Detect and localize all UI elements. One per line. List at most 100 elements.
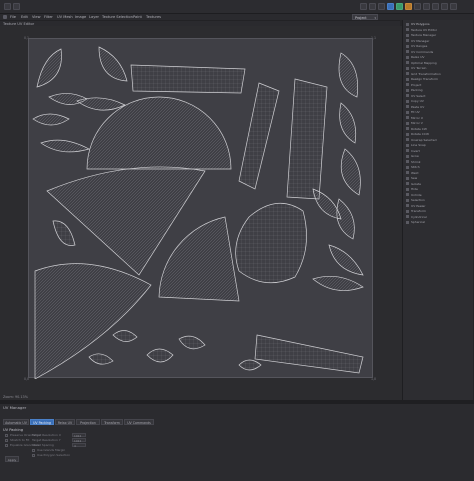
app-menu-icon[interactable] [3,15,7,19]
side-item-label: Paste UV [411,104,425,109]
uv-manager-title: UV Manager [3,405,27,410]
option-use-islands-margin[interactable]: Use Islands Margin [32,448,65,452]
tab-uv-commands[interactable]: UV Commands [124,419,154,425]
checkbox[interactable] [5,438,8,442]
side-item[interactable]: Mirror U [406,116,460,121]
side-item-label: Optimal Mapping [411,60,437,65]
side-item[interactable]: UV Commands [406,50,460,55]
side-item-label: Unhide [411,192,422,197]
side-item[interactable]: Unhide [406,193,460,198]
apply-button[interactable]: Apply [5,456,19,462]
uv-manager-panel: UV Manager Automatic UV UV Packing Relax… [0,404,474,481]
side-item[interactable]: UV Manager [406,39,460,44]
lock-icon[interactable] [450,3,457,10]
command-icon [406,83,409,86]
tab-uv-packing[interactable]: UV Packing [30,419,54,425]
side-item[interactable]: Fit UV [406,110,460,115]
uv-island [98,46,128,82]
side-item[interactable]: Selection [406,198,460,203]
side-item[interactable]: Stitch [406,165,460,170]
grid-icon[interactable] [441,3,448,10]
undo-icon[interactable] [4,3,11,10]
side-item[interactable]: Mirror V [406,121,460,126]
checkbox[interactable] [32,448,35,452]
side-item[interactable]: Texture UV Editor [406,28,460,33]
uv-island [178,335,206,350]
target-resolution-x-field[interactable]: 1024 [72,433,86,438]
command-icon [406,182,409,185]
tab-projection[interactable]: Projection [76,419,100,425]
uv-island [34,263,152,379]
rotate-tool-icon[interactable] [378,3,385,10]
side-item[interactable]: Texture Manager [406,33,460,38]
side-item[interactable]: Relax UV [406,55,460,60]
uv-island [238,359,262,371]
side-item[interactable]: Sew [406,176,460,181]
uv-island [339,102,357,144]
scale-tool-icon[interactable] [369,3,376,10]
uv-island [254,334,364,374]
command-icon [406,171,409,174]
side-item[interactable]: Grow [406,154,460,159]
side-item[interactable]: Realign Transform [406,77,460,82]
layout-icon[interactable] [414,3,421,10]
tab-automatic-uv[interactable]: Automatic UV [3,419,29,425]
side-item-label: Weld [411,170,419,175]
side-item[interactable]: UV Ranges [406,44,460,49]
checkbox[interactable] [32,453,35,457]
side-item[interactable]: Line Snap [406,143,460,148]
label-island-spacing: Island Spacing [32,443,54,447]
camera-icon[interactable] [432,3,439,10]
top-toolbar [0,0,474,14]
command-icon [406,88,409,92]
uv-canvas[interactable] [28,38,373,379]
side-item[interactable]: Spherical [406,220,460,225]
side-item[interactable]: Project [406,83,460,88]
side-item[interactable]: Shrink [406,160,460,165]
side-item[interactable]: UV Terrain [406,66,460,71]
tab-relax-uv[interactable]: Relax UV [55,419,75,425]
side-item-label: Shrink [411,159,421,164]
redo-icon[interactable] [13,3,20,10]
uv-viewport[interactable]: 0,1 1,1 0,0 1,0 Zoom: 90.13% [0,26,402,400]
target-resolution-y-field[interactable]: 1024 [72,438,86,443]
side-item-label: Packing [411,88,423,92]
side-item[interactable]: Rotate CCW [406,132,460,137]
side-item-label: Fit UV [411,110,420,114]
settings-icon[interactable] [423,3,430,10]
side-item[interactable]: UV Polygons [406,22,460,27]
side-item[interactable]: Unwrap Selected [406,138,460,143]
checkbox[interactable] [5,443,8,447]
tab-transform[interactable]: Transform [101,419,123,425]
side-item[interactable]: UV Select [406,94,460,99]
side-item[interactable]: Hide [406,187,460,192]
command-icon [406,72,409,75]
render-icon[interactable] [405,3,412,10]
side-item[interactable]: Isolate [406,182,460,187]
uv-edit-mode-icon[interactable] [387,3,394,10]
side-item-label: Line Snap [411,143,426,147]
uv-island [146,348,174,363]
island-spacing-field[interactable]: 4 [72,443,86,448]
uv-island [88,353,114,365]
side-item[interactable]: Invert [406,149,460,154]
side-item[interactable]: Grid Transformation [406,72,460,77]
side-item[interactable]: Copy UV [406,99,460,104]
side-item[interactable]: Rotate CW [406,127,460,132]
side-item[interactable]: Cylindrical [406,215,460,220]
zoom-readout: Zoom: 90.13% [3,395,28,399]
option-stretch-to-fit[interactable]: Stretch to Fit [5,438,29,442]
command-icon [406,187,409,191]
side-item[interactable]: Optimal Mapping [406,61,460,66]
side-item[interactable]: UV Peeler [406,204,460,209]
command-icon [406,105,409,108]
move-tool-icon[interactable] [360,3,367,10]
paint-mode-icon[interactable] [396,3,403,10]
side-item[interactable]: Paste UV [406,105,460,110]
side-item[interactable]: Weld [406,171,460,176]
option-use-polygon-selection[interactable]: Use Polygon Selection [32,453,70,457]
side-item[interactable]: Packing [406,88,460,93]
checkbox[interactable] [5,433,8,437]
side-item[interactable]: Transform [406,209,460,214]
uv-island [340,148,361,196]
